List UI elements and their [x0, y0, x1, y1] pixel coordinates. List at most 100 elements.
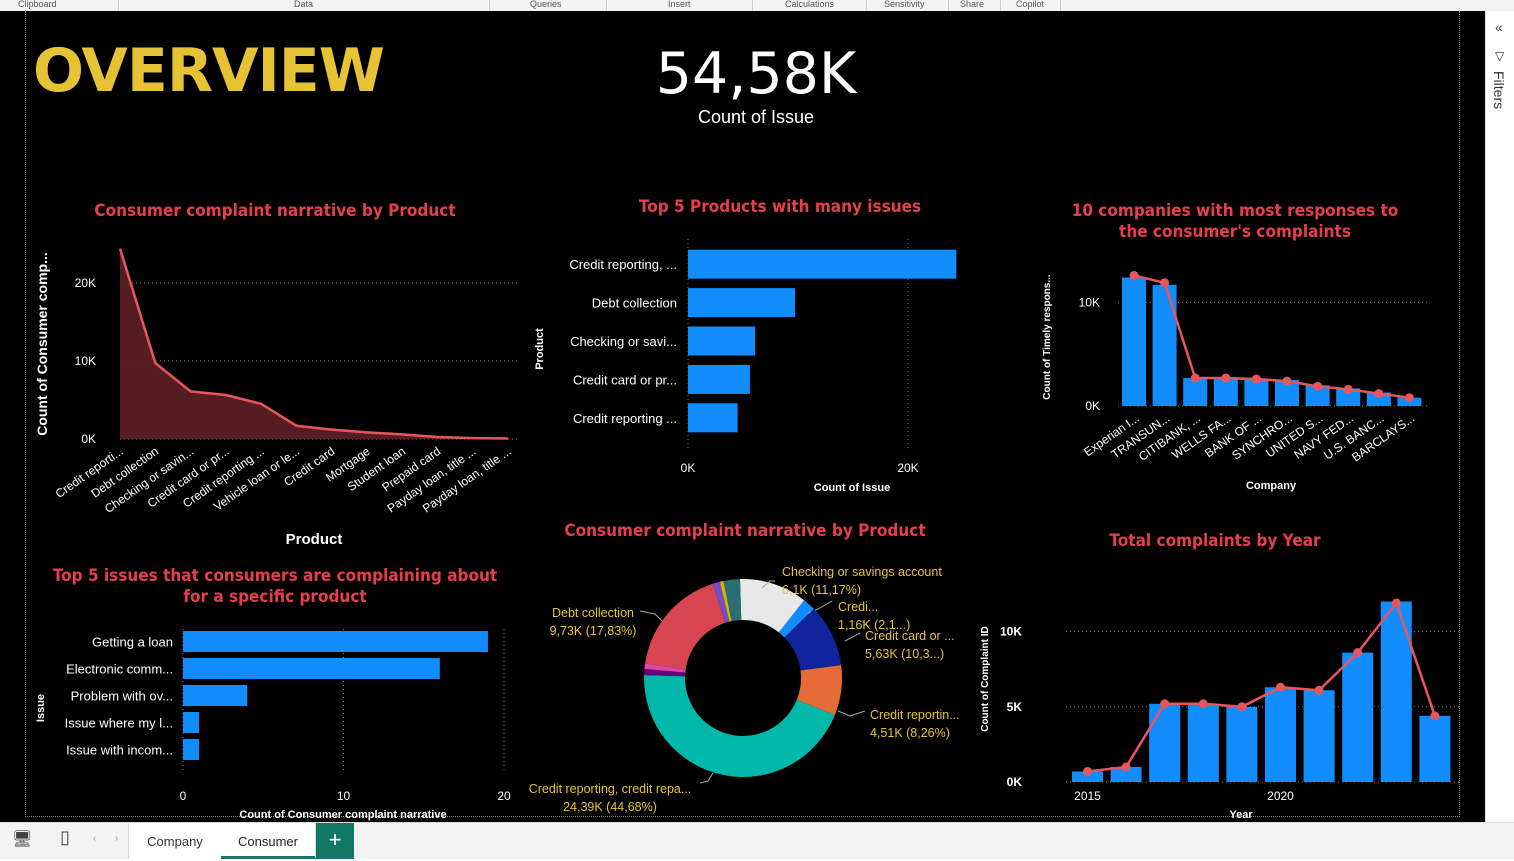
companies-line-marker [1343, 384, 1353, 394]
donut-slice-label: Credit reporting, credit repa... [529, 782, 692, 796]
year-bar [1265, 687, 1296, 782]
companies-bar [1152, 284, 1177, 406]
area-ytick-label: 0K [81, 432, 96, 446]
area-ytick-label: 20K [75, 276, 96, 290]
year-xaxis-title: Year [1229, 809, 1253, 821]
ribbon-insert[interactable]: Insert [668, 0, 691, 9]
top5-products-yaxis-title: Product [534, 328, 546, 370]
top5-issues-xtick-label: 20 [497, 789, 511, 803]
ribbon-share[interactable]: Share [960, 0, 984, 9]
companies-line-marker [1313, 381, 1323, 391]
companies-line-marker [1251, 374, 1261, 384]
companies-line-marker [1160, 278, 1170, 288]
ribbon-calculations[interactable]: Calculations [785, 0, 834, 9]
year-bar [1226, 706, 1258, 782]
top5-issues-bar [183, 712, 200, 733]
donut-slice-value: 4,51K (8,26%) [870, 726, 950, 740]
year-ytick-label: 10K [1000, 625, 1022, 639]
year-bar [1380, 601, 1412, 782]
donut-slice-value: 24,39K (44,68%) [563, 800, 657, 814]
companies-bar [1122, 277, 1146, 406]
year-line-marker [1160, 699, 1170, 709]
companies-line-marker [1221, 373, 1231, 383]
top5-issues-bar [183, 685, 248, 706]
donut-slice-label: Checking or savings account [782, 565, 942, 579]
page-tab-bar: 🖥 ▯ ‹ › Company Consumer + [0, 822, 1514, 859]
donut-leader-line [699, 772, 714, 784]
donut-slice-label: Credi... [838, 600, 878, 614]
add-page-button[interactable]: + [316, 823, 354, 859]
donut-leader-line [837, 710, 866, 717]
top5-products-xaxis-title: Count of Issue [814, 482, 890, 494]
charts-layer: 0K10K20KCredit reporti...Debt collection… [34, 239, 1460, 821]
year-bar [1149, 703, 1181, 782]
area-xaxis-title: Product [286, 531, 343, 548]
area-ytick-label: 10K [75, 354, 96, 368]
year-line-marker [1276, 682, 1285, 692]
report-canvas: OVERVIEW 54,58K Count of Issue Consumer … [0, 11, 1485, 822]
year-line-marker [1121, 762, 1131, 772]
top5-products-bar [688, 364, 750, 394]
companies-line-marker [1129, 271, 1139, 280]
companies-line-marker [1374, 389, 1384, 399]
year-xtick-label: 2015 [1074, 789, 1101, 803]
ribbon-queries[interactable]: Queries [530, 0, 562, 9]
year-yaxis-title: Count of Complaint ID [980, 626, 991, 732]
top5-products-category-label: Credit reporting, ... [569, 257, 677, 272]
donut-slice-value: 9,73K (17,83%) [550, 624, 637, 638]
ribbon-copilot[interactable]: Copilot [1016, 0, 1044, 9]
year-ytick-label: 0K [1007, 775, 1023, 789]
prev-page-icon[interactable]: ‹ [93, 833, 96, 844]
year-line-marker [1198, 699, 1208, 709]
mobile-view-icon[interactable]: ▯ [60, 827, 70, 848]
top5-issues-category-label: Issue where my l... [65, 716, 173, 731]
area-fill [120, 248, 508, 439]
ribbon-sensitivity[interactable]: Sensitivity [884, 0, 925, 9]
year-line-marker [1353, 648, 1363, 658]
top5-issues-category-label: Getting a loan [92, 635, 173, 650]
companies-line-marker [1404, 393, 1414, 403]
top5-products-bar [688, 249, 957, 279]
donut-slice-label: Debt collection [552, 606, 634, 620]
top5-products-bar [688, 403, 738, 433]
year-line-marker [1391, 598, 1401, 608]
companies-ytick-label: 10K [1079, 295, 1100, 309]
desktop-view-icon[interactable]: 🖥 [12, 829, 32, 849]
year-bar [1303, 690, 1335, 782]
year-bar [1342, 652, 1374, 782]
donut-leader-line [844, 632, 861, 642]
donut-leader-line [639, 610, 663, 622]
year-line-marker [1430, 711, 1440, 721]
companies-yaxis-title: Count of Timely respons... [1042, 274, 1053, 400]
top5-issues-bar [183, 658, 440, 679]
top5-products-xtick-label: 0K [681, 461, 696, 475]
top5-issues-category-label: Electronic comm... [66, 662, 173, 677]
top5-issues-category-label: Issue with incom... [66, 743, 173, 758]
collapse-chevron-icon[interactable]: « [1495, 19, 1503, 35]
top5-issues-bar [183, 739, 200, 760]
companies-line-marker [1190, 373, 1200, 383]
top5-products-category-label: Credit reporting ... [573, 411, 677, 426]
year-line-marker [1083, 766, 1092, 776]
next-page-icon[interactable]: › [115, 833, 118, 844]
donut-slice-label: Credit card or ... [865, 629, 955, 643]
year-line-marker [1237, 702, 1247, 712]
companies-xaxis-title: Company [1246, 480, 1297, 492]
top5-issues-category-label: Problem with ov... [71, 689, 173, 704]
donut-slice-value: 5,63K (10,3...) [865, 647, 944, 661]
filters-pane[interactable]: « ▽ Filters [1485, 11, 1514, 822]
top5-issues-xaxis-title: Count of Consumer complaint narrative [239, 809, 446, 821]
top5-products-xtick-label: 20K [897, 461, 918, 475]
filter-icon: ▽ [1495, 49, 1505, 63]
year-bar [1419, 715, 1451, 782]
year-bar [1187, 703, 1219, 782]
year-line-marker [1314, 685, 1324, 695]
top5-products-bar [688, 326, 756, 356]
tab-company[interactable]: Company [128, 823, 222, 859]
top5-issues-yaxis-title: Issue [35, 694, 47, 722]
year-ytick-label: 5K [1007, 700, 1023, 714]
donut-slice-value: 6,1K (11,17%) [782, 583, 861, 597]
tab-consumer[interactable]: Consumer [221, 823, 316, 859]
ribbon-clipboard[interactable]: Clipboard [18, 0, 57, 9]
ribbon-data[interactable]: Data [294, 0, 313, 9]
